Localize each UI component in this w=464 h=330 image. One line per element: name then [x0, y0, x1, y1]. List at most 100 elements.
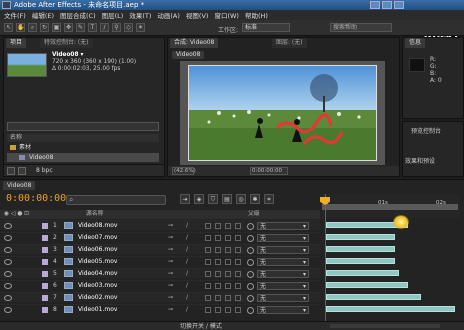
- parent-select[interactable]: 无: [257, 270, 309, 278]
- tab-layer[interactable]: 图层: (无): [272, 38, 307, 48]
- composition-viewer[interactable]: [180, 61, 385, 165]
- quality-switch-icon[interactable]: ∕: [186, 233, 188, 243]
- tab-info[interactable]: 信息: [405, 38, 426, 48]
- label-color-swatch[interactable]: [42, 235, 48, 241]
- effect-switch[interactable]: [205, 295, 211, 301]
- layer-name[interactable]: Video03.mov: [78, 281, 117, 291]
- pick-whip-icon[interactable]: [247, 295, 254, 302]
- timeline-search-input[interactable]: [66, 195, 166, 205]
- effect-switch[interactable]: [205, 247, 211, 253]
- frame-blend-switch[interactable]: [215, 247, 221, 253]
- shy-switch-icon[interactable]: ⊸: [168, 305, 173, 315]
- layer-name[interactable]: Video04.mov: [78, 269, 117, 279]
- frame-blend-switch[interactable]: [215, 223, 221, 229]
- layer-name[interactable]: Video06.mov: [78, 245, 117, 255]
- frame-blend-switch[interactable]: [215, 235, 221, 241]
- label-color-swatch[interactable]: [42, 283, 48, 289]
- frame-blend-switch[interactable]: [215, 259, 221, 265]
- timeline-timecode[interactable]: 0:00:00:00: [6, 193, 66, 204]
- table-row[interactable]: 1 Video08.mov ⊸ ∕ 无: [0, 220, 320, 230]
- menu-window[interactable]: 窗口(W): [214, 10, 239, 20]
- parent-select[interactable]: 无: [257, 258, 309, 266]
- tab-timeline[interactable]: Video08: [3, 181, 36, 190]
- menu-composition[interactable]: 图层合成(C): [60, 10, 96, 20]
- puppet-tool-icon[interactable]: ✶: [136, 23, 145, 32]
- effect-switch[interactable]: [205, 259, 211, 265]
- project-list-header[interactable]: 名称: [7, 134, 159, 142]
- project-search-input[interactable]: [7, 122, 159, 131]
- frame-blend-switch[interactable]: [215, 295, 221, 301]
- 3d-layer-switch[interactable]: [235, 235, 241, 241]
- quality-switch-icon[interactable]: ∕: [186, 269, 188, 279]
- label-color-swatch[interactable]: [42, 223, 48, 229]
- 3d-layer-switch[interactable]: [235, 259, 241, 265]
- effect-switch[interactable]: [205, 235, 211, 241]
- hand-tool-icon[interactable]: ✋: [16, 23, 25, 32]
- pick-whip-icon[interactable]: [247, 307, 254, 314]
- parent-select[interactable]: 无: [257, 306, 309, 314]
- text-tool-icon[interactable]: T: [88, 23, 97, 32]
- motion-blur-switch[interactable]: [225, 235, 231, 241]
- pick-whip-icon[interactable]: [247, 271, 254, 278]
- table-row[interactable]: 2 Video07.mov ⊸ ∕ 无: [0, 232, 320, 242]
- 3d-layer-switch[interactable]: [235, 295, 241, 301]
- parent-select[interactable]: 无: [257, 246, 309, 254]
- layer-name[interactable]: Video05.mov: [78, 257, 117, 267]
- menu-animation[interactable]: 动画(A): [157, 10, 180, 20]
- graph-editor-icon[interactable]: ⌗: [264, 194, 274, 204]
- table-row[interactable]: 4 Video05.mov ⊸ ∕ 无: [0, 256, 320, 266]
- shy-switch-icon[interactable]: ⊸: [168, 257, 173, 267]
- label-color-swatch[interactable]: [42, 271, 48, 277]
- shy-switch-icon[interactable]: ⊸: [168, 281, 173, 291]
- 3d-layer-switch[interactable]: [235, 247, 241, 253]
- quality-switch-icon[interactable]: ∕: [186, 245, 188, 255]
- 3d-layer-switch[interactable]: [235, 271, 241, 277]
- camera-tool-icon[interactable]: ▣: [52, 23, 61, 32]
- tab-effects-presets[interactable]: 效果和预设: [405, 156, 435, 165]
- 3d-layer-switch[interactable]: [235, 223, 241, 229]
- layer-duration-bar[interactable]: [326, 270, 399, 276]
- effect-switch[interactable]: [205, 307, 211, 313]
- close-button[interactable]: [394, 1, 404, 9]
- shy-switch-icon[interactable]: ⊸: [168, 245, 173, 255]
- pick-whip-icon[interactable]: [247, 223, 254, 230]
- parent-select[interactable]: 无: [257, 282, 309, 290]
- rotate-tool-icon[interactable]: ↻: [40, 23, 49, 32]
- pan-behind-tool-icon[interactable]: ✥: [64, 23, 73, 32]
- frame-blend-switch[interactable]: [215, 271, 221, 277]
- quality-switch-icon[interactable]: ∕: [186, 281, 188, 291]
- bit-depth-label[interactable]: 8 bpc: [36, 167, 53, 174]
- zoom-tool-icon[interactable]: ⌕: [28, 23, 37, 32]
- frame-blending-icon[interactable]: ▤: [222, 194, 232, 204]
- source-name-header[interactable]: 源名称: [86, 210, 103, 219]
- menu-edit[interactable]: 编辑(E): [32, 10, 54, 20]
- pick-whip-icon[interactable]: [247, 283, 254, 290]
- parent-select[interactable]: 无: [257, 234, 309, 242]
- tab-preview[interactable]: 预览控制台: [411, 126, 441, 135]
- label-color-swatch[interactable]: [42, 247, 48, 253]
- shy-switch-icon[interactable]: ⊸: [168, 221, 173, 231]
- visibility-eye-icon[interactable]: [4, 271, 12, 277]
- shy-layers-icon[interactable]: ⛉: [208, 194, 218, 204]
- workspace-select[interactable]: 标准: [242, 23, 290, 32]
- layer-name[interactable]: Video08.mov: [78, 221, 117, 231]
- composition-subtab[interactable]: Video08: [172, 51, 205, 59]
- visibility-eye-icon[interactable]: [4, 235, 12, 241]
- effect-switch[interactable]: [205, 283, 211, 289]
- help-search-input[interactable]: 搜索帮助: [330, 23, 392, 32]
- motion-blur-switch[interactable]: [225, 307, 231, 313]
- motion-blur-switch[interactable]: [225, 247, 231, 253]
- quality-switch-icon[interactable]: ∕: [186, 293, 188, 303]
- quality-switch-icon[interactable]: ∕: [186, 257, 188, 267]
- layer-duration-bar[interactable]: [326, 258, 395, 264]
- label-color-swatch[interactable]: [42, 295, 48, 301]
- composition-timecode[interactable]: 0:00:00:00: [250, 167, 288, 175]
- motion-blur-switch[interactable]: [225, 283, 231, 289]
- effect-switch[interactable]: [205, 271, 211, 277]
- parent-header[interactable]: 父级: [248, 210, 260, 219]
- motion-blur-switch[interactable]: [225, 223, 231, 229]
- visibility-eye-icon[interactable]: [4, 247, 12, 253]
- table-row[interactable]: 7 Video02.mov ⊸ ∕ 无: [0, 292, 320, 302]
- layer-duration-bar[interactable]: [326, 282, 408, 288]
- brainstorm-icon[interactable]: ✱: [250, 194, 260, 204]
